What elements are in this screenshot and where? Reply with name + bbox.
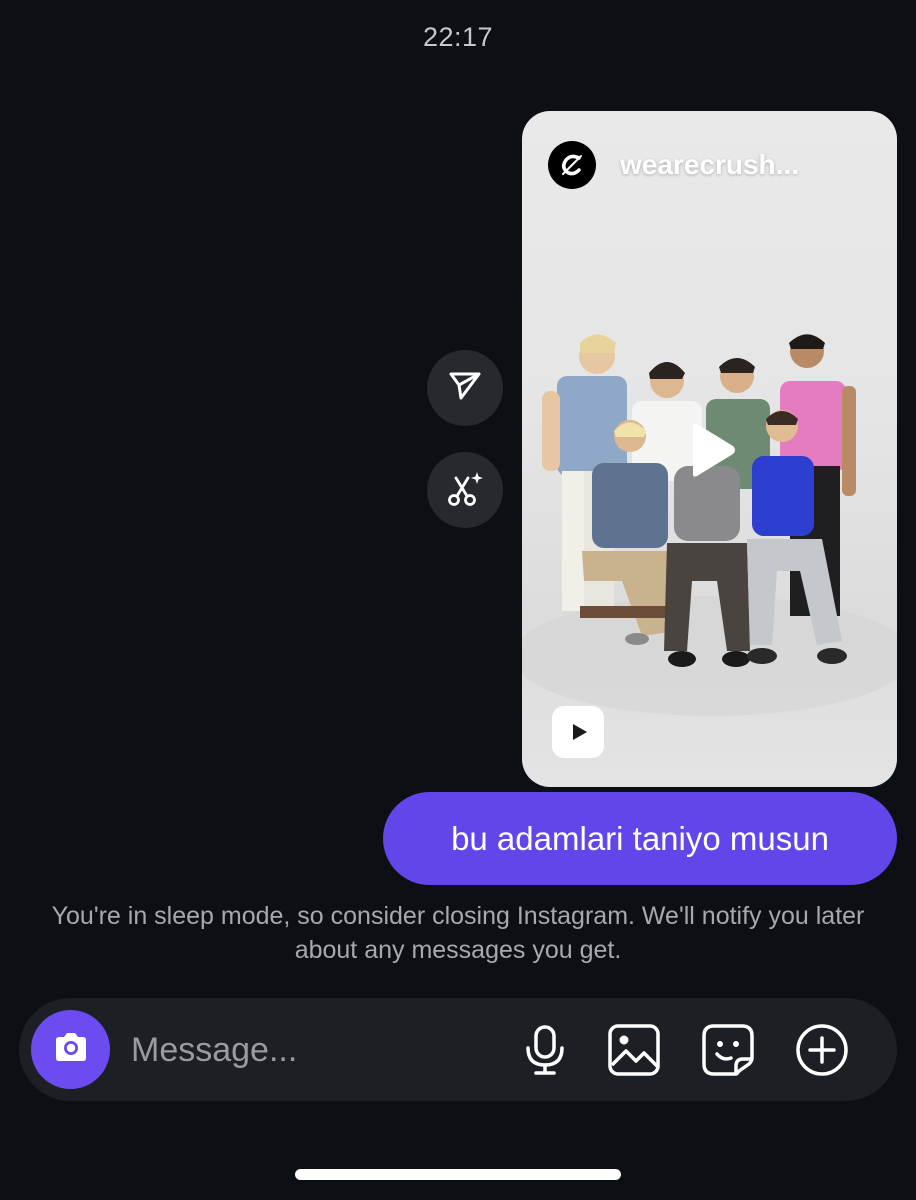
- home-indicator[interactable]: [295, 1169, 621, 1180]
- shared-reel-card[interactable]: wearecrush...: [522, 111, 897, 787]
- reel-username[interactable]: wearecrush...: [620, 149, 799, 181]
- reels-icon: [552, 706, 604, 758]
- sent-message-bubble[interactable]: bu adamlari taniyo musun: [383, 792, 897, 885]
- sticker-icon[interactable]: [700, 1022, 756, 1078]
- sleep-mode-notice: You're in sleep mode, so consider closin…: [51, 902, 865, 964]
- message-input[interactable]: [131, 1026, 491, 1074]
- status-bar-time: 22:17: [422, 22, 494, 52]
- message-composer: [19, 998, 897, 1101]
- forward-button[interactable]: [427, 350, 503, 426]
- scissors-sparkle-icon: [445, 468, 485, 513]
- send-icon: [446, 367, 484, 410]
- crush-logo-icon: [548, 141, 596, 189]
- gallery-icon[interactable]: [606, 1022, 662, 1078]
- microphone-icon[interactable]: [517, 1022, 573, 1078]
- plus-circle-icon[interactable]: [794, 1022, 850, 1078]
- camera-button[interactable]: [31, 1010, 110, 1089]
- remix-button[interactable]: [427, 452, 503, 528]
- play-icon[interactable]: [674, 415, 744, 485]
- sent-message-text: bu adamlari taniyo musun: [451, 819, 829, 857]
- reel-header[interactable]: wearecrush...: [548, 141, 799, 189]
- camera-icon: [51, 1027, 91, 1072]
- chat-screen: 22:17 wearecrush... bu adamlari taniyo m…: [0, 0, 916, 1200]
